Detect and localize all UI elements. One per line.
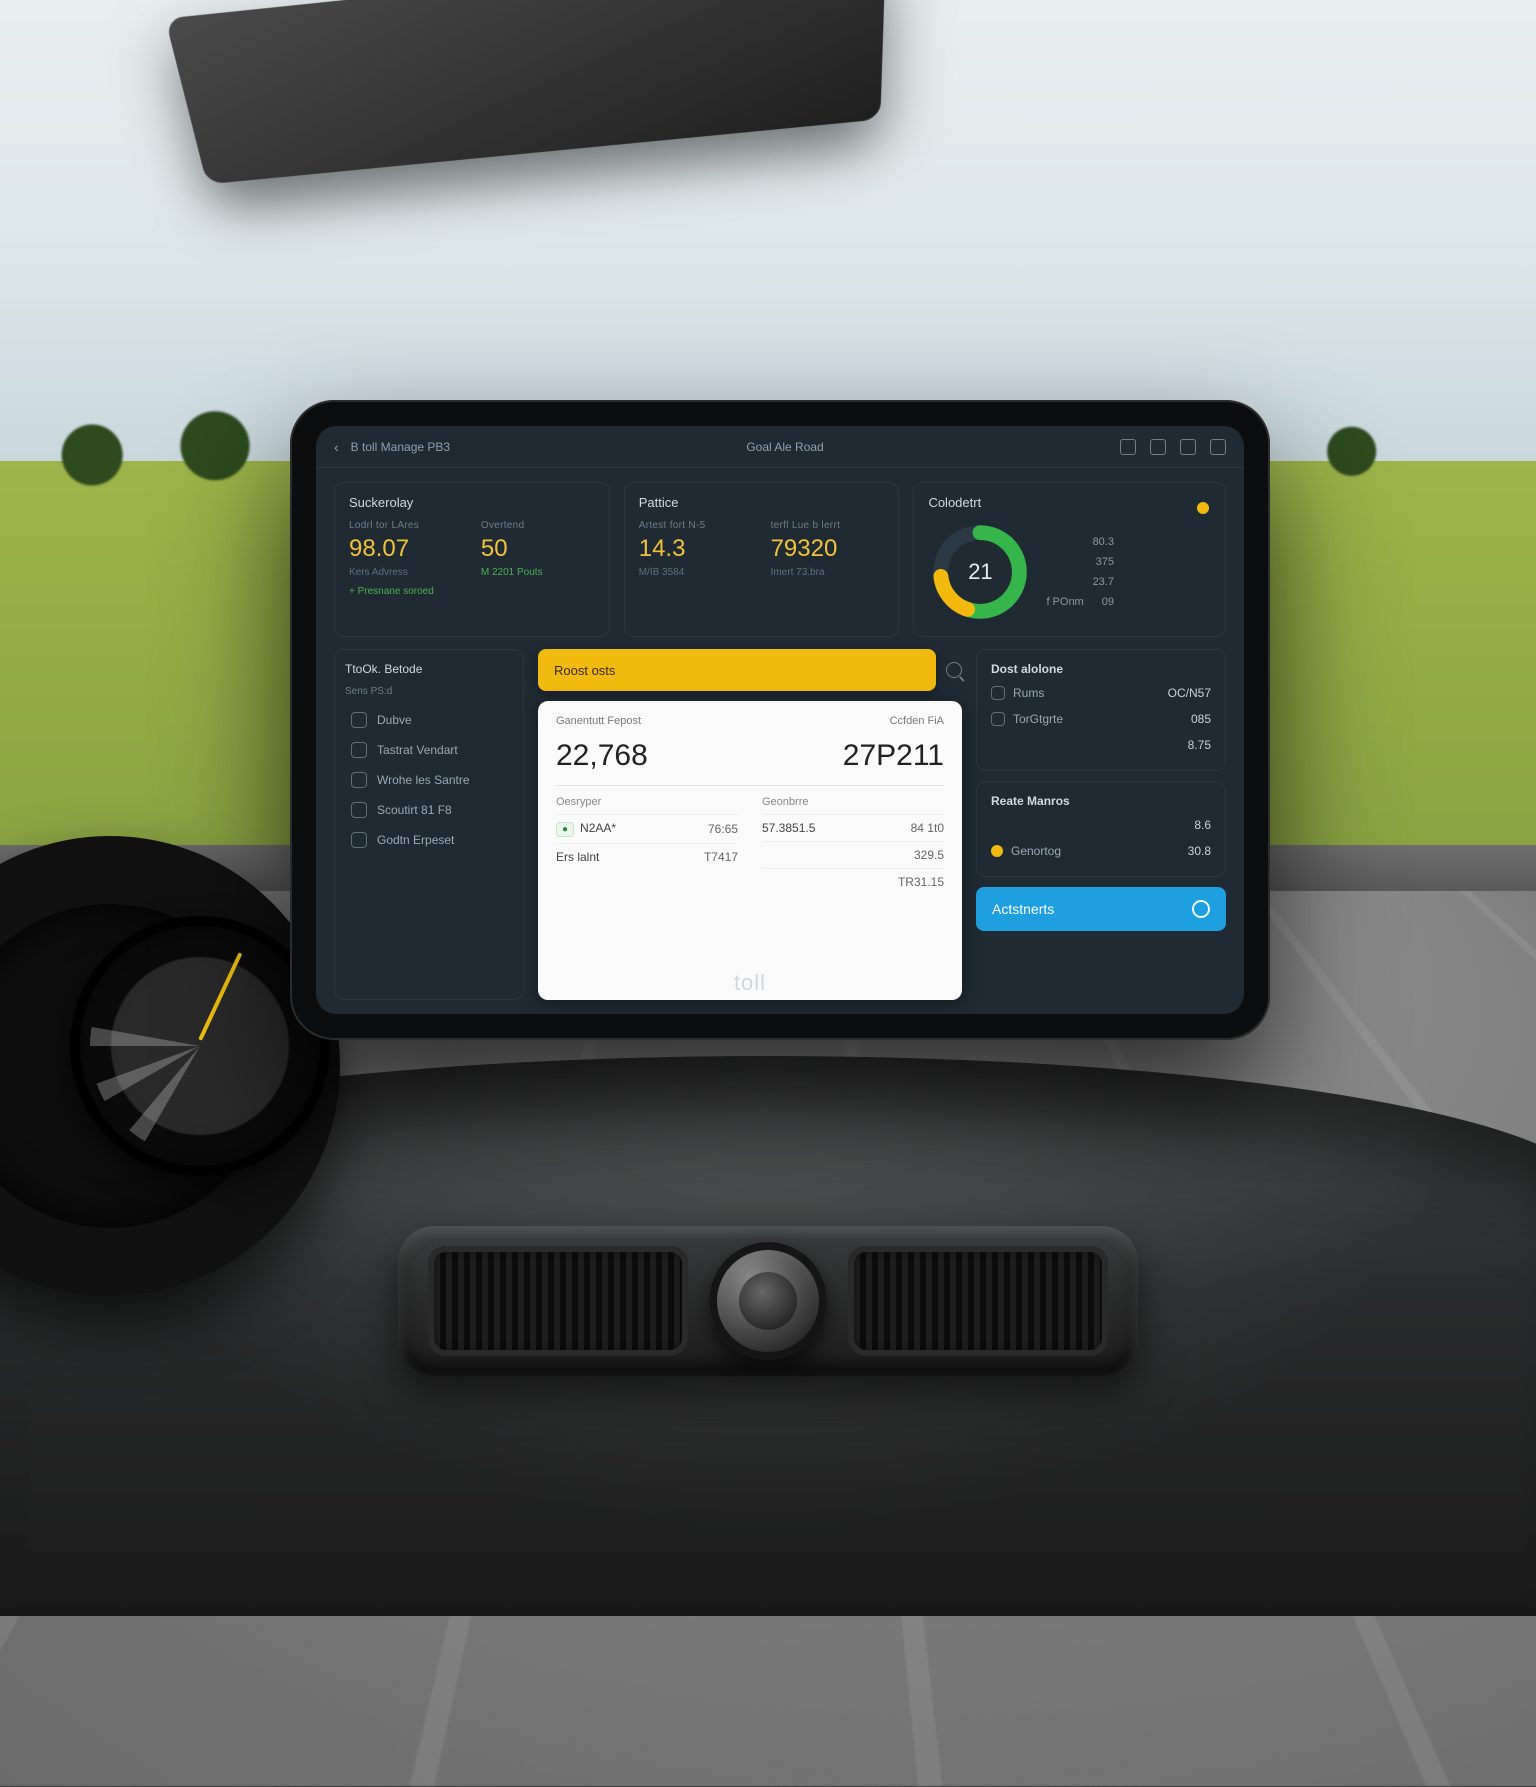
status-dot-icon [1197,502,1209,514]
brand-logo: toll [734,970,766,996]
pattice-value-b: 79320 [771,535,885,563]
building-icon [351,742,367,758]
battery-icon [351,772,367,788]
top-bar: ‹ B toll Manage PB3 Goal Ale Road [316,426,1244,468]
pattice-title: Pattice [639,495,885,510]
pattice-card: Pattice Artest fort N-5 14.3 M/IB 3584 t… [624,482,900,637]
sidebar-item-vendor[interactable]: Tastrat Vendart [345,735,513,765]
plug-icon[interactable] [1120,439,1136,455]
report-header-right: Ccfden FiA [890,715,944,727]
report-card: Ganentutt Fepost Ccfden FiA 22,768 27P21… [538,701,962,1000]
air-vent-left [428,1246,688,1356]
search-icon[interactable] [946,662,962,678]
arrow-circle-icon [1192,900,1210,918]
donut-center-value: 21 [928,520,1032,624]
report-total-b: 27P211 [843,739,944,773]
route-icon [991,686,1005,700]
maros-row: Genortog30.8 [991,838,1211,864]
report-header-left: Ganentutt Fepost [556,715,641,727]
donut-legend: 80.3 375 23.7 f POnm09 [1046,536,1114,608]
donut-title: Colodetrt [928,495,981,510]
grid-icon[interactable] [1210,439,1226,455]
pattice-value-a: 14.3 [639,535,753,563]
chat-icon[interactable] [1180,439,1196,455]
dot-icon [991,845,1003,857]
gear-icon [351,802,367,818]
sidebar-item-expense[interactable]: Godtn Erpeset [345,825,513,855]
toll-icon [991,712,1005,726]
report-table-left: ●N2AA*76:65 Ers lalntT7417 [556,814,738,870]
back-icon[interactable]: ‹ [334,439,339,455]
maros-panel: Reate Manros 8.6 Genortog30.8 [976,781,1226,877]
summary-value-a: 98.07 [349,535,463,563]
report-table-right: 57.3851.584 1t0 329.5 TR31.15 [762,814,944,895]
page-title: Goal Ale Road [746,440,823,454]
sidebar: TtoOk. Betode Sens PS:d Dubve Tastrat Ve… [334,649,524,1000]
phone-icon [351,712,367,728]
card-icon[interactable] [1150,439,1166,455]
detail-row[interactable]: RumsOC/N57 [991,680,1211,706]
detail-row[interactable]: 8.75 [991,732,1211,758]
primary-pill-button[interactable]: Roost osts [538,649,936,691]
maros-row: 8.6 [991,812,1211,838]
sidebar-title: TtoOk. Betode [345,662,513,676]
breadcrumb[interactable]: B toll Manage PB3 [351,440,450,454]
cta-button[interactable]: Actstnerts [976,887,1226,931]
summary-title: Suckerolay [349,495,595,510]
details-panel: Dost alolone RumsOC/N57 TorGtgrte085 8.7… [976,649,1226,771]
sidebar-item-battery[interactable]: Wrohe les Santre [345,765,513,795]
wallet-icon [351,832,367,848]
report-total-a: 22,768 [556,739,648,773]
donut-card: Colodetrt 21 80.3 [913,482,1226,637]
summary-value-b: 50 [481,535,595,563]
status-badge: ● [556,822,574,837]
donut-chart: 21 [928,520,1032,624]
air-vent-right [848,1246,1108,1356]
detail-row[interactable]: TorGtgrte085 [991,706,1211,732]
sidebar-item-scout[interactable]: Scoutirt 81 F8 [345,795,513,825]
infotainment-tablet: ‹ B toll Manage PB3 Goal Ale Road Sucker… [290,400,1270,1040]
summary-card: Suckerolay Lodrl tor LAres 98.07 Kers Ad… [334,482,610,637]
climate-knob[interactable] [709,1242,827,1360]
sidebar-item-drive[interactable]: Dubve [345,705,513,735]
